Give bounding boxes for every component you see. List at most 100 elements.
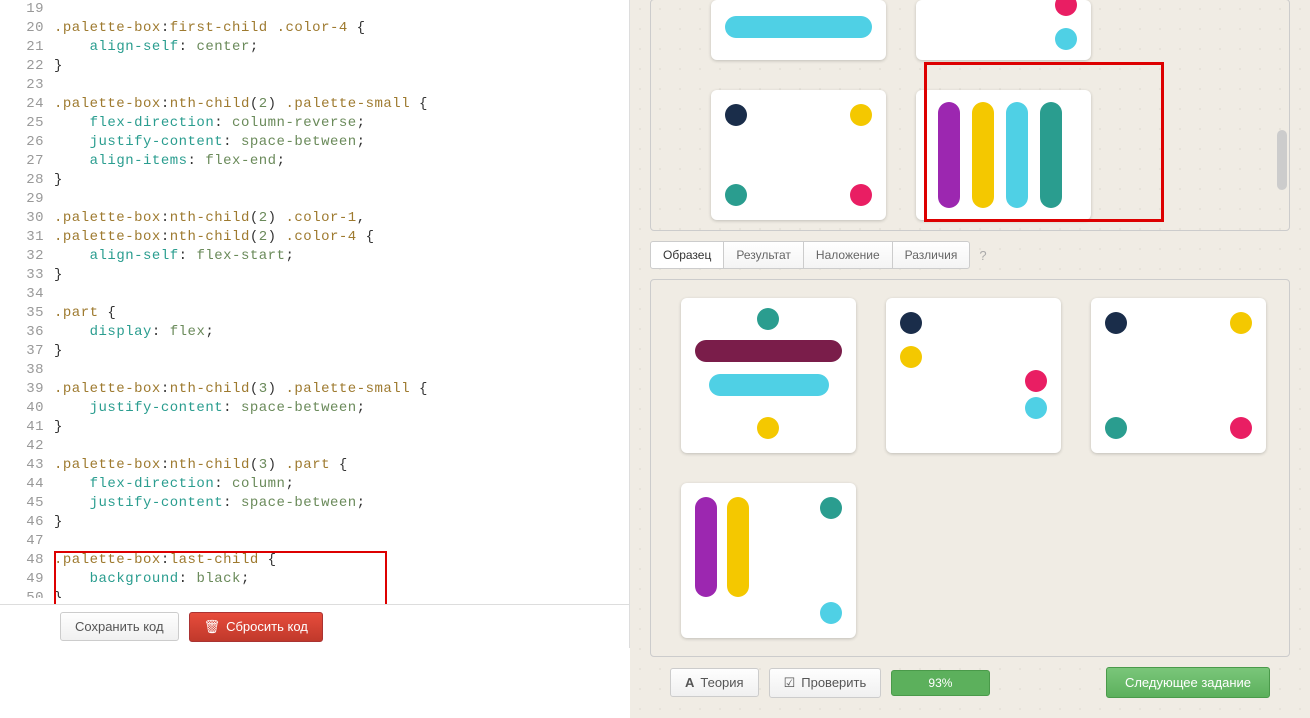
trash-icon: 🗑 xyxy=(204,619,221,635)
line-number: 28 xyxy=(0,171,54,190)
code-editor[interactable]: 1920.palette-box:first-child .color-4 {2… xyxy=(0,0,629,598)
editor-pane: 1920.palette-box:first-child .color-4 {2… xyxy=(0,0,630,648)
bar-cyan xyxy=(709,374,829,396)
dot-teal xyxy=(725,184,747,206)
code-line[interactable]: 36 display: flex; xyxy=(0,323,629,342)
code-text[interactable]: justify-content: space-between; xyxy=(54,133,629,152)
code-line[interactable]: 22} xyxy=(0,57,629,76)
code-text[interactable]: align-items: flex-end; xyxy=(54,152,629,171)
bar-purple xyxy=(695,497,717,597)
code-text[interactable]: } xyxy=(54,342,629,361)
tab-overlay[interactable]: Наложение xyxy=(803,241,893,269)
dot-magenta xyxy=(1025,370,1047,392)
code-line[interactable]: 39.palette-box:nth-child(3) .palette-sma… xyxy=(0,380,629,399)
code-line[interactable]: 26 justify-content: space-between; xyxy=(0,133,629,152)
dot-teal xyxy=(1105,417,1127,439)
code-text[interactable]: .part { xyxy=(54,304,629,323)
code-text[interactable]: align-self: flex-start; xyxy=(54,247,629,266)
code-line[interactable]: 27 align-items: flex-end; xyxy=(0,152,629,171)
tab-diff[interactable]: Различия xyxy=(892,241,971,269)
code-text[interactable]: .palette-box:nth-child(2) .palette-small… xyxy=(54,95,629,114)
code-text[interactable]: } xyxy=(54,266,629,285)
code-text[interactable]: .palette-box:nth-child(3) .part { xyxy=(54,456,629,475)
code-text[interactable]: align-self: center; xyxy=(54,38,629,57)
dot-magenta xyxy=(1230,417,1252,439)
code-text[interactable]: .palette-box:last-child { xyxy=(54,551,629,570)
code-line[interactable]: 40 justify-content: space-between; xyxy=(0,399,629,418)
reset-code-button[interactable]: 🗑 Сбросить код xyxy=(189,612,323,642)
line-number: 41 xyxy=(0,418,54,437)
code-text[interactable]: } xyxy=(54,171,629,190)
code-line[interactable]: 29 xyxy=(0,190,629,209)
code-line[interactable]: 24.palette-box:nth-child(2) .palette-sma… xyxy=(0,95,629,114)
code-text[interactable]: .palette-box:nth-child(2) .color-1, xyxy=(54,209,629,228)
code-text[interactable]: } xyxy=(54,589,629,598)
dot-cyan xyxy=(820,602,842,624)
code-line[interactable]: 45 justify-content: space-between; xyxy=(0,494,629,513)
code-line[interactable]: 47 xyxy=(0,532,629,551)
code-text[interactable]: flex-direction: column-reverse; xyxy=(54,114,629,133)
progress-bar: 93% xyxy=(891,670,989,696)
code-text[interactable] xyxy=(54,190,629,209)
code-text[interactable] xyxy=(54,532,629,551)
line-number: 27 xyxy=(0,152,54,171)
code-line[interactable]: 28} xyxy=(0,171,629,190)
preview-bottom xyxy=(650,279,1290,657)
code-line[interactable]: 32 align-self: flex-start; xyxy=(0,247,629,266)
check-button[interactable]: ☑ Проверить xyxy=(769,668,882,698)
code-text[interactable]: .palette-box:nth-child(3) .palette-small… xyxy=(54,380,629,399)
code-line[interactable]: 34 xyxy=(0,285,629,304)
check-icon: ☑ xyxy=(784,675,796,691)
code-line[interactable]: 23 xyxy=(0,76,629,95)
code-text[interactable]: justify-content: space-between; xyxy=(54,494,629,513)
code-line[interactable]: 37} xyxy=(0,342,629,361)
code-line[interactable]: 31.palette-box:nth-child(2) .color-4 { xyxy=(0,228,629,247)
scrollbar-thumb[interactable] xyxy=(1277,130,1287,190)
code-line[interactable]: 30.palette-box:nth-child(2) .color-1, xyxy=(0,209,629,228)
code-text[interactable] xyxy=(54,437,629,456)
line-number: 22 xyxy=(0,57,54,76)
code-text[interactable] xyxy=(54,361,629,380)
code-line[interactable]: 19 xyxy=(0,0,629,19)
code-text[interactable]: .palette-box:nth-child(2) .color-4 { xyxy=(54,228,629,247)
code-text[interactable] xyxy=(54,0,629,19)
save-code-button[interactable]: Сохранить код xyxy=(60,612,179,641)
tab-sample[interactable]: Образец xyxy=(650,241,724,269)
tab-result[interactable]: Результат xyxy=(723,241,804,269)
code-text[interactable]: } xyxy=(54,513,629,532)
line-number: 30 xyxy=(0,209,54,228)
line-number: 29 xyxy=(0,190,54,209)
preview-tabs: Образец Результат Наложение Различия ? xyxy=(650,241,1290,269)
code-text[interactable]: .palette-box:first-child .color-4 { xyxy=(54,19,629,38)
code-line[interactable]: 48.palette-box:last-child { xyxy=(0,551,629,570)
code-line[interactable]: 20.palette-box:first-child .color-4 { xyxy=(0,19,629,38)
code-text[interactable]: display: flex; xyxy=(54,323,629,342)
dot-navy xyxy=(725,104,747,126)
code-line[interactable]: 46} xyxy=(0,513,629,532)
line-number: 21 xyxy=(0,38,54,57)
theory-button[interactable]: A Теория xyxy=(670,668,759,697)
code-line[interactable]: 38 xyxy=(0,361,629,380)
code-line[interactable]: 44 flex-direction: column; xyxy=(0,475,629,494)
code-text[interactable]: justify-content: space-between; xyxy=(54,399,629,418)
code-line[interactable]: 25 flex-direction: column-reverse; xyxy=(0,114,629,133)
code-line[interactable]: 41} xyxy=(0,418,629,437)
code-line[interactable]: 21 align-self: center; xyxy=(0,38,629,57)
dot-cyan xyxy=(1025,397,1047,419)
code-line[interactable]: 42 xyxy=(0,437,629,456)
code-text[interactable] xyxy=(54,76,629,95)
code-line[interactable]: 43.palette-box:nth-child(3) .part { xyxy=(0,456,629,475)
code-line[interactable]: 35.part { xyxy=(0,304,629,323)
preview-pane: Образец Результат Наложение Различия ? xyxy=(630,0,1310,648)
code-text[interactable]: flex-direction: column; xyxy=(54,475,629,494)
tab-help[interactable]: ? xyxy=(969,242,996,269)
bar-teal xyxy=(1040,102,1062,208)
code-text[interactable]: background: black; xyxy=(54,570,629,589)
code-text[interactable] xyxy=(54,285,629,304)
code-line[interactable]: 33} xyxy=(0,266,629,285)
code-text[interactable]: } xyxy=(54,418,629,437)
code-line[interactable]: 50} xyxy=(0,589,629,598)
code-text[interactable]: } xyxy=(54,57,629,76)
next-task-button[interactable]: Следующее задание xyxy=(1106,667,1270,698)
code-line[interactable]: 49 background: black; xyxy=(0,570,629,589)
